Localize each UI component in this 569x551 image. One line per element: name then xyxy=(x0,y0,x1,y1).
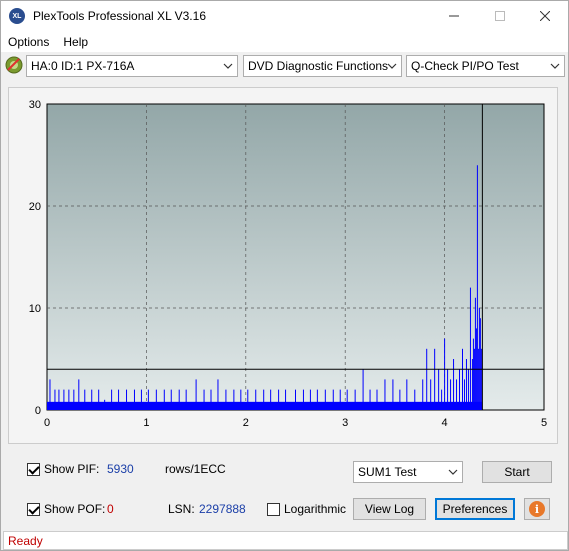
pif-unit: rows/1ECC xyxy=(165,462,226,476)
y-tick-label: 30 xyxy=(29,99,41,111)
menu-bar: Options Help xyxy=(1,31,568,52)
show-pif-checkbox[interactable] xyxy=(27,462,40,476)
y-tick-label: 20 xyxy=(29,201,41,213)
x-tick-label: 2 xyxy=(243,417,249,429)
show-pif-label: Show PIF: xyxy=(44,462,100,476)
x-tick-label: 3 xyxy=(342,417,348,429)
app-window: XL PlexTools Professional XL V3.16 Optio… xyxy=(0,0,569,551)
preferences-button[interactable]: Preferences xyxy=(435,498,515,520)
chevron-down-icon xyxy=(448,469,458,475)
app-icon: XL xyxy=(9,8,25,24)
logarithmic-label: Logarithmic xyxy=(284,502,347,516)
menu-options[interactable]: Options xyxy=(1,35,56,49)
status-text: Ready xyxy=(8,533,43,548)
chevron-down-icon xyxy=(550,63,560,69)
start-button[interactable]: Start xyxy=(482,461,552,483)
sum-test-select[interactable]: SUM1 Test xyxy=(353,461,463,483)
minimize-icon xyxy=(449,15,459,17)
title-bar: XL PlexTools Professional XL V3.16 xyxy=(1,1,568,31)
function-select-value: DVD Diagnostic Functions xyxy=(248,59,389,73)
x-tick-label: 0 xyxy=(44,417,50,429)
x-tick-label: 1 xyxy=(143,417,149,429)
controls-panel: Show PIF: 5930 rows/1ECC Show POF: 0 LSN… xyxy=(8,451,558,529)
test-select[interactable]: Q-Check PI/PO Test xyxy=(406,55,565,77)
logarithmic-row: Logarithmic xyxy=(267,502,346,516)
close-button[interactable] xyxy=(522,1,568,31)
info-icon: i xyxy=(529,501,545,517)
close-icon xyxy=(540,11,550,21)
show-pof-label: Show POF: xyxy=(44,502,106,516)
drive-status-icon xyxy=(5,56,23,74)
view-log-button[interactable]: View Log xyxy=(353,498,426,520)
show-pif-row: Show PIF: xyxy=(27,462,99,476)
lsn-label: LSN: xyxy=(168,502,195,516)
y-tick-label: 10 xyxy=(29,303,41,315)
drive-select-value: HA:0 ID:1 PX-716A xyxy=(31,59,135,73)
pof-value: 0 xyxy=(107,502,114,516)
status-bar: Ready xyxy=(3,531,568,550)
test-select-value: Q-Check PI/PO Test xyxy=(411,59,519,73)
maximize-icon xyxy=(495,11,505,21)
x-tick-label: 5 xyxy=(541,417,547,429)
chart-panel: 0 1 2 3 4 5 0 10 20 30 xyxy=(8,87,558,444)
lsn-value: 2297888 xyxy=(199,502,246,516)
x-tick-label: 4 xyxy=(442,417,448,429)
chevron-down-icon xyxy=(223,63,233,69)
menu-help[interactable]: Help xyxy=(56,35,95,49)
info-button[interactable]: i xyxy=(524,498,550,520)
window-title: PlexTools Professional XL V3.16 xyxy=(33,9,206,23)
data-baseline-band xyxy=(47,401,483,410)
logarithmic-checkbox[interactable] xyxy=(267,502,280,516)
drive-select[interactable]: HA:0 ID:1 PX-716A xyxy=(26,55,238,77)
chevron-down-icon xyxy=(387,63,397,69)
y-tick-label: 0 xyxy=(35,405,41,417)
show-pof-row: Show POF: xyxy=(27,502,105,516)
plot-area xyxy=(46,103,545,411)
minimize-button[interactable] xyxy=(431,1,477,31)
toolbar: HA:0 ID:1 PX-716A DVD Diagnostic Functio… xyxy=(1,52,568,80)
function-select[interactable]: DVD Diagnostic Functions xyxy=(243,55,402,77)
maximize-button[interactable] xyxy=(477,1,523,31)
show-pof-checkbox[interactable] xyxy=(27,502,40,516)
pif-value: 5930 xyxy=(107,462,134,476)
pi-po-chart: 0 1 2 3 4 5 0 10 20 30 xyxy=(29,99,547,429)
sum-test-value: SUM1 Test xyxy=(358,465,417,479)
